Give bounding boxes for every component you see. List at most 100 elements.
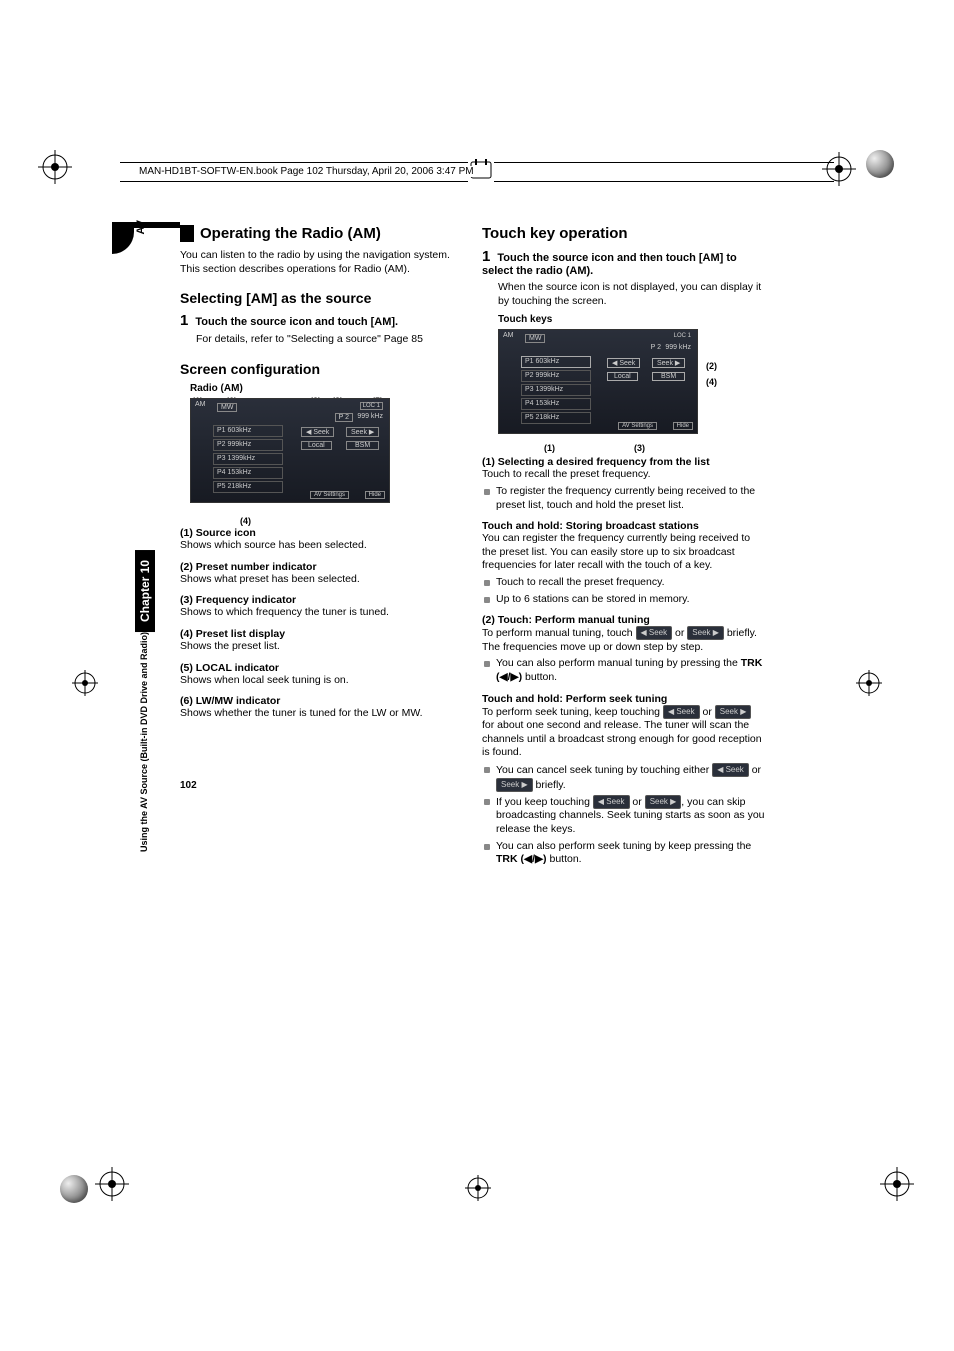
- step-number: 1: [180, 312, 188, 329]
- item-body: Shows what preset has been selected.: [180, 573, 463, 587]
- step-number: 1: [482, 248, 490, 265]
- bullet: If you keep touching ◀ Seek or Seek ▶, y…: [496, 795, 765, 837]
- item-body: Shows whether the tuner is tuned for the…: [180, 707, 463, 721]
- sphere-icon: [60, 1175, 88, 1203]
- step-1: 1 Touch the source icon and touch [AM].: [180, 312, 463, 329]
- radio-screenshot: AM MW P 2 999 kHz LOC 1 P1 603kHz P2 999…: [190, 398, 390, 503]
- av-settings-button: AV Settings: [618, 422, 657, 430]
- preset-indicator: P 2: [651, 344, 661, 351]
- chapter-subtitle: Using the AV Source (Built-in DVD Drive …: [135, 632, 153, 860]
- item-title: (1) Selecting a desired frequency from t…: [482, 456, 765, 468]
- seek-right-icon: Seek ▶: [715, 705, 752, 719]
- seek-left-icon: ◀ Seek: [593, 795, 630, 809]
- subhead-screen-config: Screen configuration: [180, 361, 463, 377]
- preset-row: P5 218kHz: [521, 412, 591, 424]
- right-column: Touch key operation 1 Touch the source i…: [482, 225, 765, 870]
- crop-mark-icon: [856, 670, 882, 696]
- callout-3: (3): [634, 443, 645, 453]
- callout-1: (1): [544, 443, 555, 453]
- local-indicator: LOC 1: [360, 402, 383, 410]
- local-indicator: LOC 1: [674, 333, 691, 339]
- preset-row: P3 1399kHz: [521, 384, 591, 396]
- seek-right-button: Seek ▶: [346, 427, 379, 437]
- bullet: Touch to recall the preset frequency.: [496, 576, 765, 590]
- step-1-right: 1 Touch the source icon and then touch […: [482, 248, 765, 277]
- bsm-button: BSM: [652, 372, 685, 381]
- bullet: Up to 6 stations can be stored in memory…: [496, 593, 765, 607]
- seek-right-icon: Seek ▶: [687, 626, 724, 640]
- text: If you keep touching: [496, 796, 593, 808]
- crop-mark-icon: [465, 1175, 491, 1201]
- bullet: You can also perform manual tuning by pr…: [496, 657, 765, 684]
- preset-row: P1 603kHz: [521, 356, 591, 368]
- text: You can also perform seek tuning by keep…: [496, 840, 751, 852]
- text: or: [700, 706, 715, 718]
- text: To perform seek tuning, keep touching: [482, 706, 663, 718]
- figure-wrap: (1) (6) (2) (3) (5) AM MW P 2 999 kHz LO…: [180, 398, 463, 503]
- item-body: You can register the frequency currently…: [482, 532, 765, 573]
- item-title: (5) LOCAL indicator: [180, 662, 463, 674]
- av-label: AV: [135, 220, 147, 234]
- bsm-button: BSM: [346, 441, 379, 450]
- trk-label: TRK (◀/▶): [496, 853, 547, 865]
- item-body: To perform manual tuning, touch ◀ Seek o…: [482, 626, 765, 654]
- local-button: Local: [301, 441, 332, 450]
- bullet: You can also perform seek tuning by keep…: [496, 840, 765, 867]
- step-bold: Touch the source icon and touch [AM].: [195, 316, 398, 328]
- bullet: To register the frequency currently bein…: [496, 485, 765, 512]
- header-filepath: MAN-HD1BT-SOFTW-EN.book Page 102 Thursda…: [135, 166, 478, 177]
- step-bold: Touch the source icon and then touch [AM…: [482, 252, 737, 277]
- preset-row: P2 999kHz: [521, 370, 591, 382]
- freq-indicator: 999 kHz: [357, 413, 383, 420]
- preset-indicator: P 2: [335, 413, 353, 422]
- item-title: (4) Preset list display: [180, 628, 463, 640]
- item-body: Touch to recall the preset frequency.: [482, 468, 765, 482]
- figure-wrap-right: AM MW P 2 999 kHz LOC 1 P1 603kHz P2 999…: [488, 329, 765, 434]
- touch-keys-label: Touch keys: [498, 314, 765, 325]
- item-body: Shows when local seek tuning is on.: [180, 674, 463, 688]
- freq-indicator: 999 kHz: [665, 344, 691, 351]
- hide-button: Hide: [673, 422, 693, 430]
- callout-4: (4): [706, 377, 717, 387]
- item-title: Touch and hold: Perform seek tuning: [482, 693, 765, 705]
- crop-mark-icon: [38, 150, 72, 184]
- step-body: When the source icon is not displayed, y…: [498, 281, 765, 308]
- subhead-selecting: Selecting [AM] as the source: [180, 290, 463, 306]
- corner-ornament: [112, 228, 134, 254]
- text: You can cancel seek tuning by touching e…: [496, 764, 712, 776]
- seek-left-icon: ◀ Seek: [663, 705, 700, 719]
- figure-label: Radio (AM): [190, 383, 463, 394]
- band-label: MW: [217, 403, 237, 412]
- intro-text: You can listen to the radio by using the…: [180, 248, 463, 276]
- item-title: (2) Preset number indicator: [180, 561, 463, 573]
- step-detail: For details, refer to "Selecting a sourc…: [196, 333, 463, 347]
- chapter-label: Chapter 10: [135, 550, 155, 632]
- preset-row: P1 603kHz: [213, 425, 283, 437]
- local-button: Local: [607, 372, 638, 381]
- av-settings-button: AV Settings: [310, 491, 349, 499]
- item-title: Touch and hold: Storing broadcast statio…: [482, 520, 765, 532]
- seek-right-icon: Seek ▶: [496, 778, 533, 792]
- content-area: Operating the Radio (AM) You can listen …: [180, 225, 765, 1145]
- seek-left-icon: ◀ Seek: [636, 626, 673, 640]
- text: You can also perform manual tuning by pr…: [496, 657, 741, 669]
- item-title: (2) Touch: Perform manual tuning: [482, 614, 765, 626]
- text: or: [672, 627, 687, 639]
- item-title: (1) Source icon: [180, 527, 463, 539]
- text: or: [630, 796, 645, 808]
- bullet: You can cancel seek tuning by touching e…: [496, 763, 765, 792]
- seek-left-button: ◀ Seek: [301, 427, 334, 437]
- preset-row: P2 999kHz: [213, 439, 283, 451]
- preset-row: P3 1399kHz: [213, 453, 283, 465]
- item-body: To perform seek tuning, keep touching ◀ …: [482, 705, 765, 760]
- page-number: 102: [180, 780, 197, 791]
- callout-4: (4): [240, 516, 251, 526]
- crop-mark-icon: [72, 670, 98, 696]
- text: button.: [522, 671, 557, 683]
- side-tab: AV Chapter 10 Using the AV Source (Built…: [135, 550, 157, 930]
- crop-mark-icon: [880, 1167, 914, 1201]
- item-body: Shows to which frequency the tuner is tu…: [180, 606, 463, 620]
- section-title-right: Touch key operation: [482, 225, 765, 242]
- radio-screenshot: AM MW P 2 999 kHz LOC 1 P1 603kHz P2 999…: [498, 329, 698, 434]
- item-body: Shows the preset list.: [180, 640, 463, 654]
